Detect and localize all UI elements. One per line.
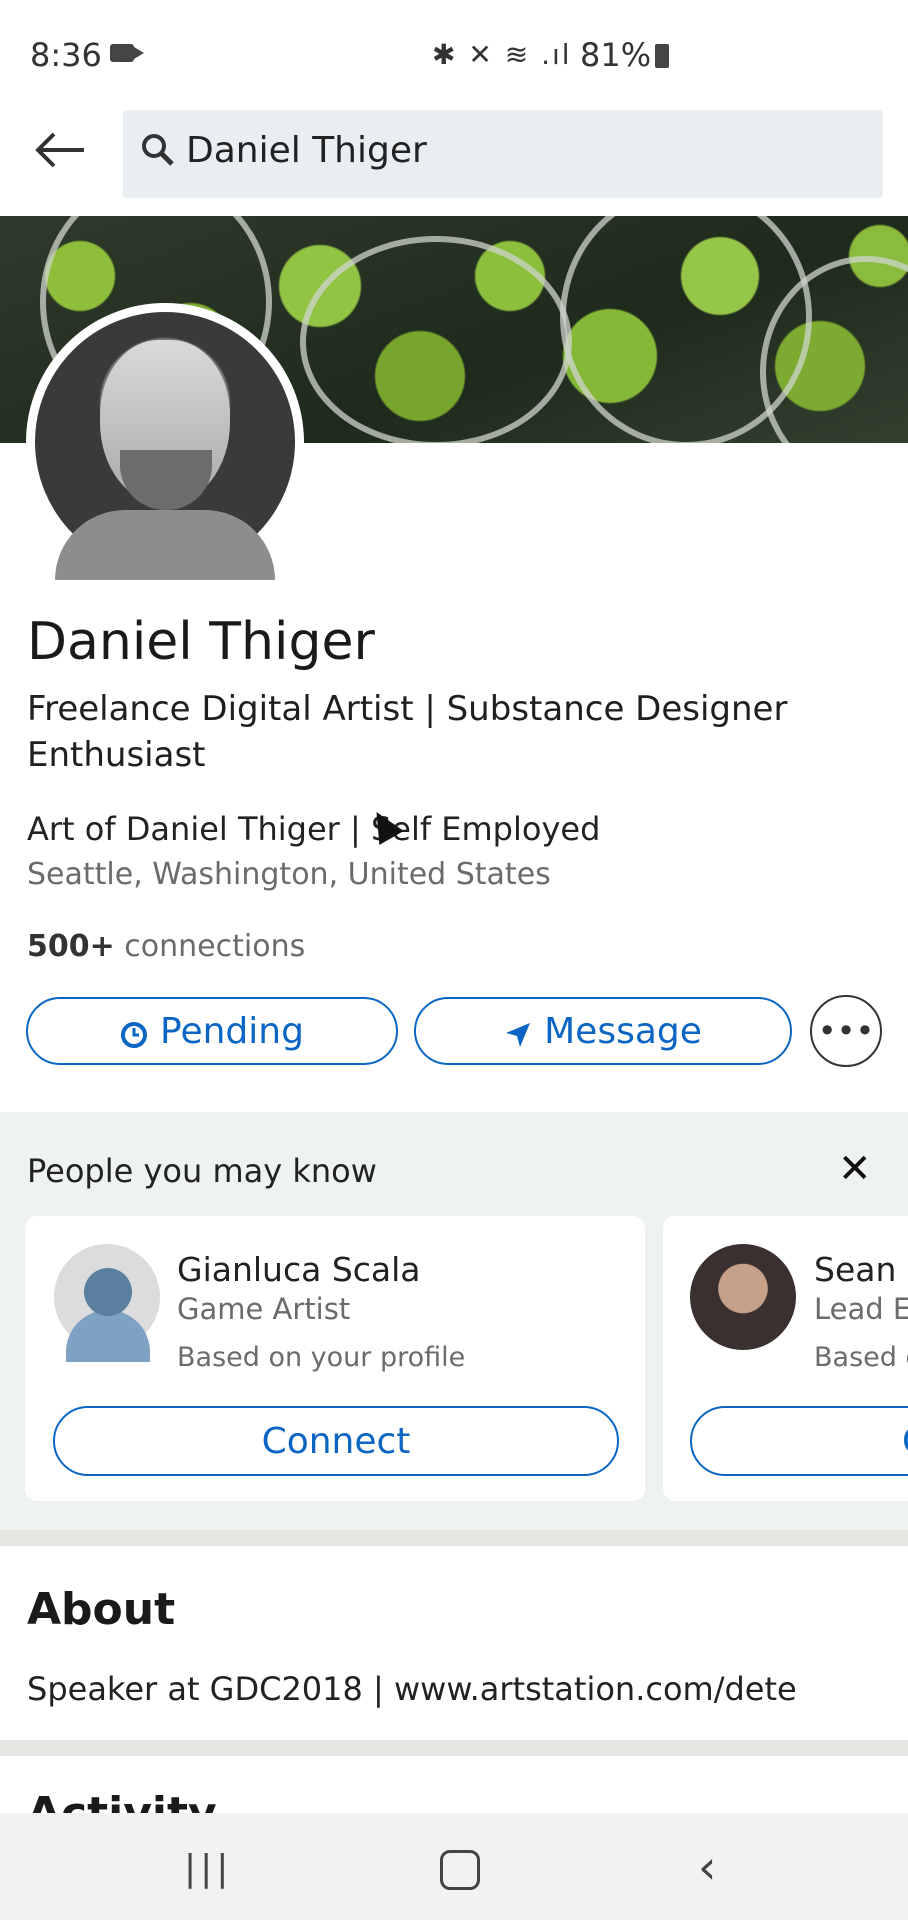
person-name[interactable]: Sean K: [814, 1250, 908, 1289]
more-dots-icon: •••: [817, 1012, 875, 1050]
section-divider: [0, 1740, 908, 1756]
pymk-title: People you may know: [27, 1152, 377, 1190]
connections-label: connections: [114, 929, 306, 964]
person-avatar[interactable]: [690, 1244, 796, 1350]
back-arrow-icon[interactable]: [34, 128, 90, 184]
default-avatar-head: [84, 1268, 132, 1316]
home-button[interactable]: [440, 1850, 480, 1890]
person-name[interactable]: Gianluca Scala: [177, 1250, 421, 1289]
profile-location: Seattle, Washington, United States: [27, 857, 551, 892]
search-query[interactable]: Daniel Thiger: [186, 130, 427, 171]
battery-icon: [655, 44, 669, 68]
section-divider: [0, 1530, 908, 1546]
clock-icon: [120, 1017, 148, 1048]
video-camera-icon: [110, 44, 144, 62]
message-button[interactable]: Message: [414, 997, 792, 1065]
send-icon: [504, 1017, 532, 1047]
connect-label: Connect: [261, 1420, 411, 1462]
about-title: About: [27, 1584, 176, 1635]
connect-label: C: [902, 1421, 908, 1462]
more-options-button[interactable]: •••: [810, 995, 882, 1067]
connections-count[interactable]: 500+ connections: [27, 929, 305, 964]
person-reason: Based o: [814, 1342, 908, 1373]
arrow-left-icon: [35, 132, 84, 168]
profile-headline: Freelance Digital Artist | Substance Des…: [27, 689, 788, 775]
battery-percent: 81%: [580, 36, 652, 74]
back-button[interactable]: ‹: [698, 1840, 716, 1894]
search-icon: [140, 132, 180, 172]
profile-company[interactable]: Art of Daniel Thiger | Self Employed: [27, 810, 600, 848]
connect-button[interactable]: Connect: [53, 1406, 619, 1476]
person-reason: Based on your profile: [177, 1342, 466, 1373]
pending-button[interactable]: Pending: [26, 997, 398, 1065]
status-icons: ✱ ✕ ≋ .ıl: [432, 38, 572, 71]
pending-label: Pending: [160, 1010, 304, 1052]
profile-name: Daniel Thiger: [27, 612, 375, 672]
message-label: Message: [544, 1010, 702, 1052]
connections-number: 500+: [27, 929, 115, 964]
activity-title: Activity: [27, 1788, 217, 1814]
status-time: 8:36: [30, 36, 102, 74]
avatar-shirt: [55, 510, 275, 580]
connect-button[interactable]: C: [690, 1406, 908, 1476]
recent-apps-button[interactable]: |||: [184, 1848, 232, 1889]
person-role: Lead En: [814, 1292, 908, 1326]
about-text: Speaker at GDC2018 | www.artstation.com/…: [27, 1670, 797, 1708]
close-icon[interactable]: ✕: [838, 1146, 872, 1192]
person-role: Game Artist: [177, 1292, 351, 1326]
